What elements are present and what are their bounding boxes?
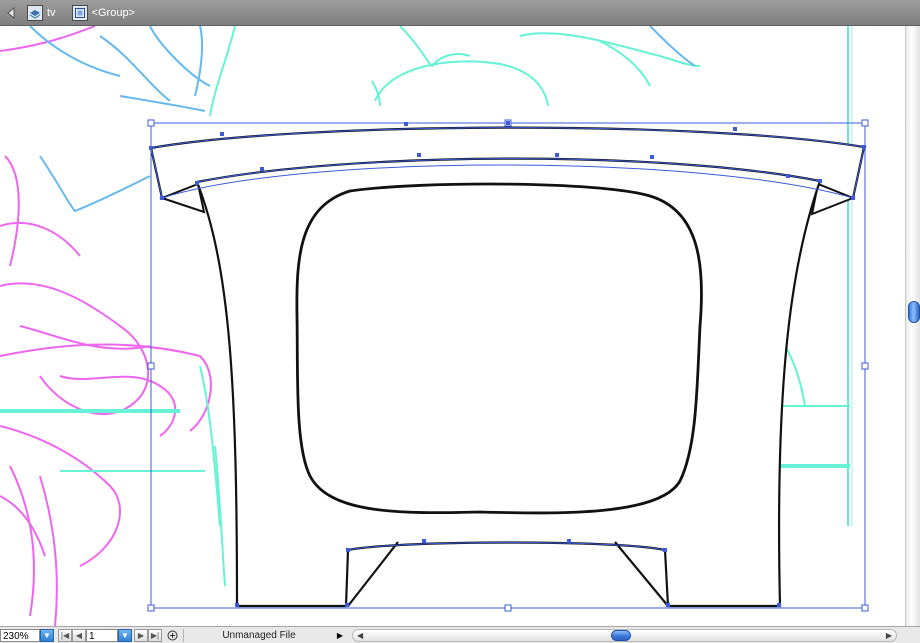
horizontal-scroll-thumb[interactable] bbox=[611, 629, 631, 641]
handle-top-right bbox=[861, 119, 869, 127]
handle-bottom-left bbox=[147, 604, 155, 612]
vertical-scrollbar[interactable] bbox=[905, 26, 920, 626]
back-arrow-icon[interactable] bbox=[3, 4, 21, 22]
layer-icon[interactable] bbox=[27, 4, 43, 21]
first-page-icon[interactable]: |◀ bbox=[58, 628, 72, 642]
handle-middle-left bbox=[147, 362, 155, 370]
handle-bottom-center bbox=[504, 604, 512, 612]
last-page-icon[interactable]: ▶| bbox=[148, 628, 162, 642]
handle-middle-right bbox=[861, 362, 869, 370]
next-page-icon[interactable]: ▶ bbox=[134, 628, 148, 642]
artwork-svg bbox=[0, 26, 869, 626]
handle-top-left bbox=[147, 119, 155, 127]
horizontal-scrollbar[interactable]: ◀ ▶ bbox=[352, 628, 897, 642]
group-name[interactable]: <Group> bbox=[92, 7, 135, 19]
tv-screen[interactable] bbox=[295, 182, 703, 515]
scroll-right-icon[interactable]: ▶ bbox=[886, 630, 892, 641]
status-text: Unmanaged File bbox=[183, 628, 334, 642]
status-menu-arrow-icon[interactable]: ▶ bbox=[334, 629, 346, 642]
tv-left-leg[interactable] bbox=[347, 541, 399, 607]
zoom-dropdown-icon[interactable]: ▼ bbox=[40, 628, 54, 642]
artboard-canvas[interactable] bbox=[0, 26, 905, 626]
layer-name[interactable]: tv bbox=[47, 7, 56, 19]
status-icon[interactable] bbox=[165, 629, 179, 642]
zoom-field[interactable]: 230% bbox=[0, 628, 40, 642]
handle-bottom-right bbox=[861, 604, 869, 612]
status-bar: 230% ▼ |◀ ◀ 1 ▼ ▶ ▶| Unmanaged File ▶ ◀ … bbox=[0, 626, 920, 643]
prev-page-icon[interactable]: ◀ bbox=[72, 628, 86, 642]
tv-right-leg[interactable] bbox=[614, 541, 669, 607]
magenta-sketch bbox=[0, 26, 212, 626]
page-field[interactable]: 1 bbox=[86, 628, 118, 642]
page-dropdown-icon[interactable]: ▼ bbox=[118, 628, 132, 642]
vertical-scroll-thumb[interactable] bbox=[908, 301, 920, 323]
breadcrumb: tv <Group> bbox=[0, 0, 920, 26]
group-icon[interactable] bbox=[71, 4, 88, 21]
scroll-left-icon[interactable]: ◀ bbox=[357, 630, 363, 641]
tv-artwork[interactable] bbox=[149, 126, 866, 608]
